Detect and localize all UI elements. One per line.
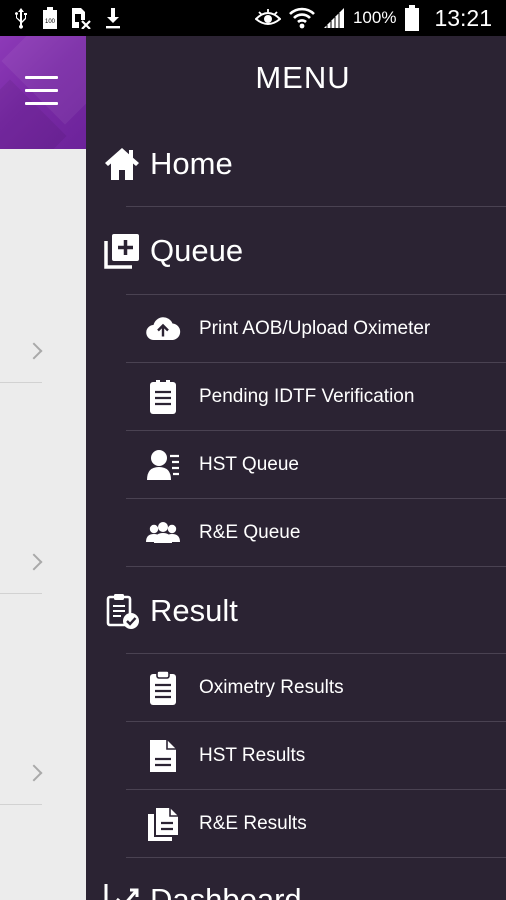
clock: 13:21	[434, 4, 492, 31]
eye-icon	[254, 9, 281, 27]
download-icon	[104, 7, 122, 29]
cloud-upload-icon	[145, 311, 181, 347]
menu-item-dashboard[interactable]: Dashboard	[86, 856, 506, 900]
person-list-icon	[145, 447, 181, 483]
add-queue-icon	[103, 232, 141, 270]
menu-item-label: R&E Queue	[199, 522, 301, 543]
battery-100-icon: 100	[42, 7, 58, 29]
list-divider	[0, 804, 42, 805]
menu-item-label: Result	[150, 593, 238, 628]
clipboard-check-icon	[103, 592, 141, 630]
home-icon	[103, 145, 141, 183]
navigation-drawer: MENU Home Queue Print AOB/Upload Oximete…	[86, 36, 506, 900]
background-app	[0, 36, 86, 900]
hamburger-icon[interactable]	[25, 76, 58, 106]
menu-item-label: Print AOB/Upload Oximeter	[199, 318, 431, 339]
menu-item-pending-idtf[interactable]: Pending IDTF Verification	[86, 363, 506, 431]
menu-item-hst-queue[interactable]: HST Queue	[86, 431, 506, 499]
files-icon	[145, 806, 181, 842]
list-divider	[0, 382, 42, 383]
menu-item-result[interactable]: Result	[86, 567, 506, 655]
status-bar: 100 100% 13:21	[0, 0, 506, 36]
chevron-right-icon[interactable]	[25, 553, 43, 571]
status-left-icons: 100	[0, 7, 122, 29]
menu-item-label: HST Results	[199, 745, 306, 766]
battery-percent: 100%	[352, 8, 397, 27]
menu-item-home[interactable]: Home	[86, 120, 506, 208]
list-divider	[0, 593, 42, 594]
menu-item-label: R&E Results	[199, 813, 307, 834]
group-icon	[145, 515, 181, 551]
menu-item-label: Dashboard	[150, 882, 302, 900]
menu-item-re-results[interactable]: R&E Results	[86, 790, 506, 858]
chevron-right-icon[interactable]	[25, 342, 43, 360]
chart-icon	[103, 881, 141, 900]
menu-item-label: Home	[150, 146, 233, 181]
sim-error-icon	[70, 7, 92, 29]
menu-item-print-aob[interactable]: Print AOB/Upload Oximeter	[86, 295, 506, 363]
menu-item-hst-results[interactable]: HST Results	[86, 722, 506, 790]
svg-text:100: 100	[45, 19, 56, 25]
battery-icon	[404, 5, 420, 31]
menu-item-re-queue[interactable]: R&E Queue	[86, 499, 506, 567]
menu-item-label: Pending IDTF Verification	[199, 386, 415, 407]
menu-title: MENU	[255, 60, 351, 95]
app-header	[0, 36, 86, 149]
menu-item-oximetry-results[interactable]: Oximetry Results	[86, 654, 506, 722]
chevron-right-icon[interactable]	[25, 764, 43, 782]
menu-item-label: Oximetry Results	[199, 677, 344, 698]
menu-item-label: Queue	[150, 233, 244, 268]
file-icon	[145, 738, 181, 774]
status-right-icons: 100% 13:21	[254, 4, 506, 32]
menu-item-label: HST Queue	[199, 454, 299, 475]
document-list-icon	[145, 379, 181, 415]
usb-icon	[12, 7, 30, 29]
clipboard-icon	[145, 670, 181, 706]
menu-item-queue[interactable]: Queue	[86, 207, 506, 295]
wifi-icon	[289, 6, 315, 30]
signal-icon	[323, 7, 345, 29]
